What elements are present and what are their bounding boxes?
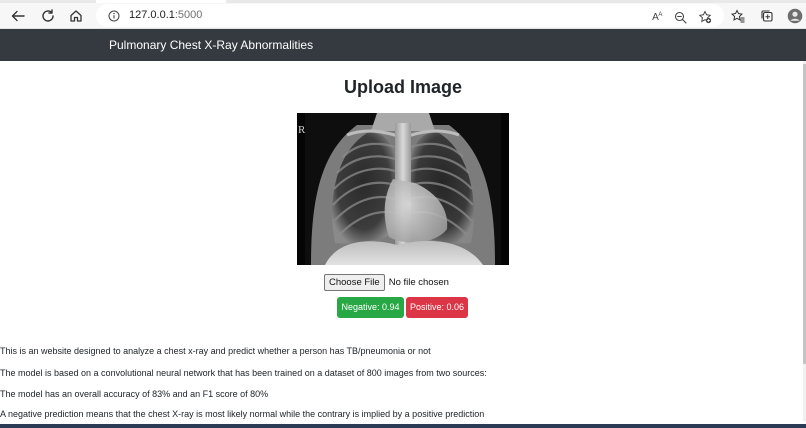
reload-icon[interactable] xyxy=(37,5,59,27)
favorites-icon[interactable] xyxy=(727,5,749,27)
description-line: This is an website designed to analyze a… xyxy=(0,346,431,356)
positive-score-badge[interactable]: Positive: 0.06 xyxy=(406,297,468,318)
page-title: Upload Image xyxy=(343,77,463,97)
address-bar[interactable]: 127.0.0.1:5000 AA xyxy=(96,4,724,27)
window-bottom-edge xyxy=(0,424,806,428)
prediction-results: Negative: 0.94 Positive: 0.06 xyxy=(337,297,468,318)
description-line: A negative prediction means that the che… xyxy=(0,409,485,419)
tab-strip xyxy=(0,0,806,3)
description-line: The model is based on a convolutional ne… xyxy=(0,368,487,378)
active-tab[interactable] xyxy=(96,0,226,3)
url-host: 127.0.0.1 xyxy=(129,9,175,21)
app-navbar: Pulmonary Chest X-Ray Abnormalities xyxy=(0,29,806,61)
url-text[interactable]: 127.0.0.1:5000 xyxy=(129,9,202,22)
read-aloud-superscript: A xyxy=(658,11,662,18)
add-favorite-icon[interactable] xyxy=(697,9,713,25)
description-line: The model has an overall accuracy of 83%… xyxy=(0,389,269,399)
zoom-out-icon[interactable] xyxy=(672,9,688,25)
profile-icon[interactable] xyxy=(784,5,806,27)
navbar-brand[interactable]: Pulmonary Chest X-Ray Abnormalities xyxy=(109,37,313,53)
file-status: No file chosen xyxy=(388,276,449,288)
xray-r-marker: R xyxy=(298,124,306,136)
url-port: :5000 xyxy=(174,9,203,21)
choose-file-button[interactable]: Choose File xyxy=(324,273,385,291)
negative-score-badge[interactable]: Negative: 0.94 xyxy=(337,297,404,318)
browser-toolbar: 127.0.0.1:5000 AA xyxy=(0,0,806,29)
collections-icon[interactable] xyxy=(756,5,778,27)
info-icon[interactable] xyxy=(107,9,121,23)
home-icon[interactable] xyxy=(65,5,87,27)
back-arrow-icon[interactable] xyxy=(7,5,29,27)
read-aloud-icon[interactable]: AA xyxy=(649,9,665,25)
file-upload: Choose File No file chosen xyxy=(324,273,449,291)
chest-xray-image: R xyxy=(297,113,509,265)
